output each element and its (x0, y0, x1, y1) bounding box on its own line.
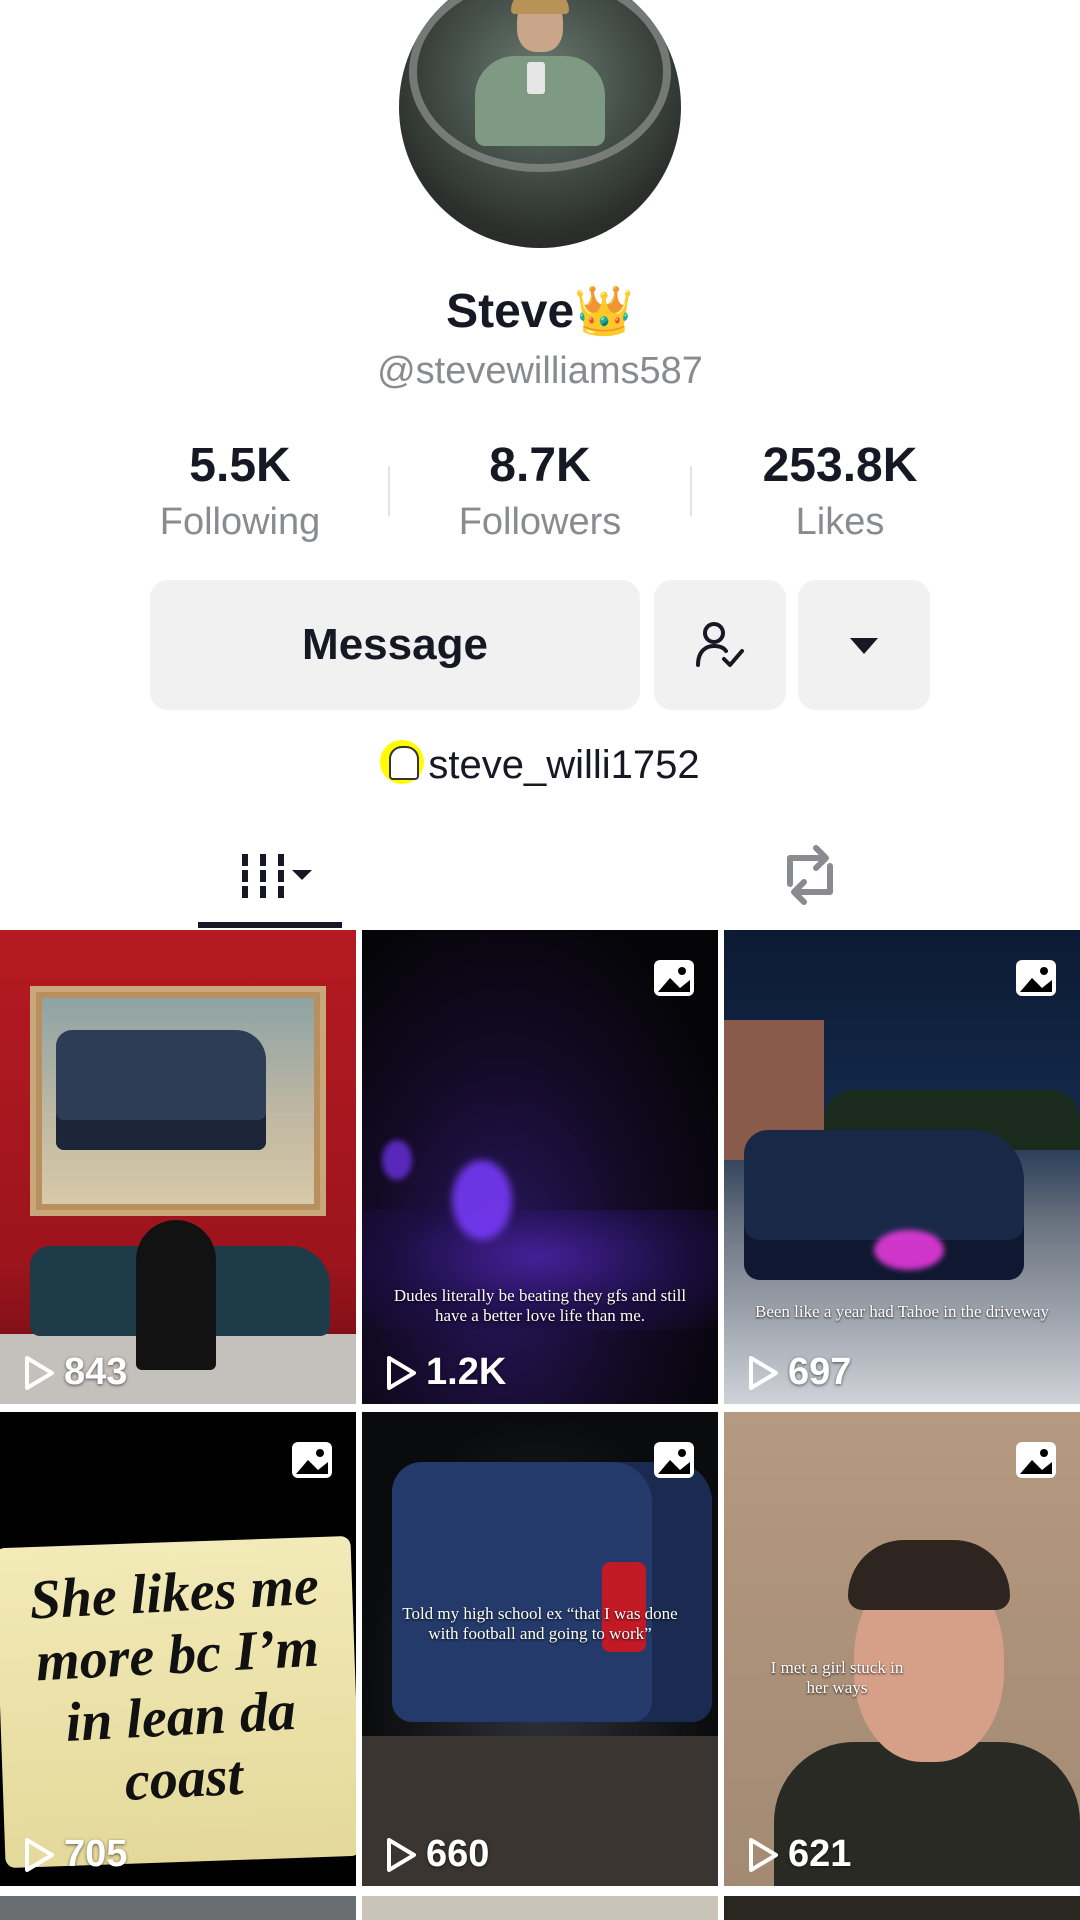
more-options-button[interactable] (798, 580, 930, 710)
underglow-light (874, 1230, 944, 1270)
post-caption: She likes me more bc I’m in lean da coas… (28, 1554, 321, 1813)
post-caption: Been like a year had Tahoe in the drivew… (755, 1302, 1049, 1321)
view-count-value: 621 (788, 1833, 852, 1875)
post-caption: I met a girl stuck in her ways (770, 1658, 904, 1697)
view-count-value: 843 (64, 1351, 128, 1393)
truck-image (392, 1462, 712, 1722)
stat-following[interactable]: 5.5K Following (110, 436, 370, 548)
view-count: 1.2K (384, 1351, 506, 1394)
profile-name: Steve👑 (0, 282, 1080, 339)
post-tile-partial[interactable] (362, 1896, 718, 1920)
snapchat-username: steve_willi1752 (428, 743, 700, 787)
stat-likes[interactable]: 253.8K Likes (710, 436, 970, 548)
friends-button[interactable] (654, 580, 786, 710)
grid-icon (242, 854, 312, 898)
stat-followers-label: Followers (458, 501, 622, 543)
post-tile-partial[interactable] (724, 1896, 1080, 1920)
snapchat-link[interactable]: steve_willi1752 (0, 740, 1080, 788)
photo-icon (654, 960, 694, 996)
active-tab-indicator (198, 922, 342, 928)
hair-image (848, 1540, 1010, 1610)
person-image (136, 1220, 216, 1370)
post-tile[interactable]: I met a girl stuck in her ways 621 (724, 1412, 1080, 1886)
crown-emoji: 👑 (574, 285, 634, 338)
painting-truck (56, 1030, 266, 1150)
stat-followers-value: 8.7K (489, 439, 591, 492)
photo-icon (654, 1442, 694, 1478)
post-tile-partial[interactable] (0, 1896, 356, 1920)
play-icon (25, 1355, 54, 1390)
view-count: 843 (22, 1351, 127, 1394)
post-tile[interactable]: Been like a year had Tahoe in the drivew… (724, 930, 1080, 1404)
underglow-light (452, 1160, 512, 1240)
view-count-value: 660 (426, 1833, 490, 1875)
view-count-value: 1.2K (426, 1351, 507, 1393)
stat-followers[interactable]: 8.7K Followers (410, 436, 670, 548)
post-tile[interactable]: 843 (0, 930, 356, 1404)
avatar[interactable] (399, 0, 681, 248)
post-tile[interactable]: Told my high school ex “that I was done … (362, 1412, 718, 1886)
stat-likes-value: 253.8K (762, 439, 918, 492)
view-count: 621 (746, 1833, 851, 1876)
profile-tabs (0, 820, 1080, 930)
underglow-light (382, 1140, 412, 1180)
photo-icon (1016, 1442, 1056, 1478)
tab-videos[interactable] (198, 820, 342, 930)
stat-following-label: Following (159, 501, 321, 543)
stat-divider (388, 466, 390, 516)
photo-icon (1016, 960, 1056, 996)
tab-reposts[interactable] (738, 820, 882, 930)
post-caption: Told my high school ex “that I was done … (402, 1604, 678, 1643)
view-count: 705 (22, 1833, 127, 1876)
message-button[interactable]: Message (150, 580, 640, 710)
play-icon (387, 1355, 416, 1390)
avatar-photo-cap (511, 0, 569, 14)
stat-divider (690, 466, 692, 516)
post-tile[interactable]: Dudes literally be beating they gfs and … (362, 930, 718, 1404)
photo-icon (292, 1442, 332, 1478)
stat-likes-label: Likes (795, 501, 885, 543)
view-count: 697 (746, 1351, 851, 1394)
view-count-value: 705 (64, 1833, 128, 1875)
play-icon (749, 1355, 778, 1390)
view-count-value: 697 (788, 1351, 852, 1393)
play-icon (25, 1837, 54, 1872)
user-check-icon (696, 622, 744, 667)
profile-handle: @stevewilliams587 (377, 350, 703, 392)
snapchat-ghost-icon (380, 740, 425, 784)
post-caption: Dudes literally be beating they gfs and … (393, 1286, 687, 1325)
view-count: 660 (384, 1833, 489, 1876)
post-tile[interactable]: She likes me more bc I’m in lean da coas… (0, 1412, 356, 1886)
play-icon (749, 1837, 778, 1872)
avatar-photo-phone (527, 62, 545, 94)
stat-following-value: 5.5K (189, 439, 291, 492)
profile-stats: 5.5K Following 8.7K Followers 253.8K Lik… (0, 436, 1080, 546)
caret-down-icon (850, 638, 878, 654)
profile-name-text: Steve (446, 285, 575, 338)
play-icon (387, 1837, 416, 1872)
repost-icon (787, 845, 833, 905)
